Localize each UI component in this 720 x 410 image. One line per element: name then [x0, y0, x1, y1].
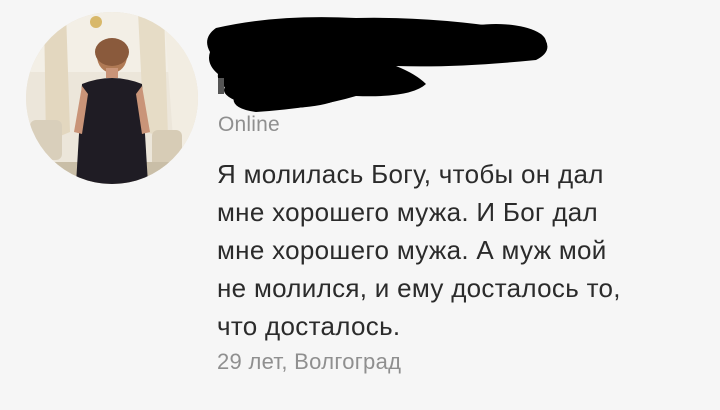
online-status: Online — [218, 113, 280, 136]
avatar-photo — [26, 12, 198, 184]
bio-text: Я молилась Богу, чтобы он дал мне хороше… — [217, 155, 687, 345]
bio-line: не молился, и ему досталось то, — [217, 273, 621, 303]
bio-line: мне хорошего мужа. А муж мой — [217, 235, 607, 265]
bio-line: мне хорошего мужа. И Бог дал — [217, 197, 599, 227]
bio-line: Я молилась Богу, чтобы он дал — [217, 159, 604, 189]
avatar[interactable] — [26, 12, 198, 184]
bio-line: что досталось. — [217, 311, 401, 341]
redacted-name — [196, 8, 566, 120]
profile-card: Online Я молилась Богу, чтобы он дал мне… — [0, 0, 720, 410]
age-city: 29 лет, Волгоград — [217, 349, 402, 374]
